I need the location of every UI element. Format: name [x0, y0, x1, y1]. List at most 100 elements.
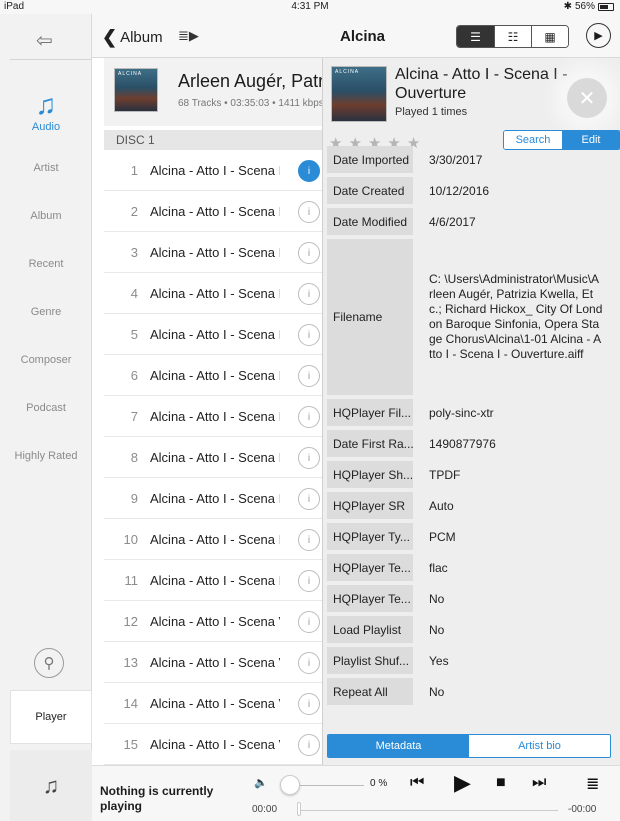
track-row[interactable]: 4 Alcina - Atto I - Scena I - Ouverture i	[104, 273, 324, 314]
detail-list-view-icon[interactable]: ☷	[494, 26, 531, 47]
sidebar-item-audio[interactable]: ♫ Audio	[0, 80, 92, 144]
tab-artist-bio[interactable]: Artist bio	[469, 735, 610, 757]
track-title: Alcina - Atto I - Scena I - Ouverture	[150, 162, 280, 178]
metadata-value[interactable]: 4/6/2017	[413, 215, 476, 229]
bluetooth-icon: ✱	[563, 1, 572, 12]
music-note-icon: ♫	[35, 89, 57, 120]
track-row[interactable]: 13 Alcina - Atto I - Scena V i	[104, 642, 324, 683]
sidebar-item-highly-rated[interactable]: Highly Rated	[0, 432, 92, 480]
sidebar-item-podcast[interactable]: Podcast	[0, 384, 92, 432]
info-icon[interactable]: i	[298, 160, 320, 182]
sidebar-item-genre[interactable]: Genre	[0, 288, 92, 336]
previous-icon[interactable]: ⏮	[410, 774, 424, 792]
track-row[interactable]: 15 Alcina - Atto I - Scena V i	[104, 724, 324, 765]
info-icon[interactable]: i	[298, 447, 320, 469]
metadata-value[interactable]: 3/30/2017	[413, 153, 482, 167]
metadata-value[interactable]: PCM	[413, 530, 456, 544]
metadata-row: HQPlayer SR Auto	[327, 492, 620, 519]
now-playing-art-icon[interactable]: ♫	[10, 750, 92, 821]
grid-view-icon[interactable]: ▦	[531, 26, 568, 47]
sidebar-item-composer[interactable]: Composer	[0, 336, 92, 384]
volume-icon[interactable]: 🔈	[254, 776, 268, 789]
sidebar-item-label: Highly Rated	[14, 450, 78, 462]
tab-metadata[interactable]: Metadata	[328, 735, 469, 757]
metadata-value[interactable]: Auto	[413, 499, 454, 513]
metadata-value[interactable]: No	[413, 592, 444, 606]
track-number: 8	[130, 449, 138, 465]
track-row[interactable]: 7 Alcina - Atto I - Scena I - Ouverture i	[104, 396, 324, 437]
track-row[interactable]: 10 Alcina - Atto I - Scena I' i	[104, 519, 324, 560]
back-button[interactable]: ❮ Album	[102, 27, 163, 48]
metadata-row: Date Imported 3/30/2017	[327, 146, 620, 173]
track-title: Alcina - Atto I - Scena I'	[150, 572, 280, 588]
elapsed-time: 00:00	[252, 804, 278, 815]
info-icon[interactable]: i	[298, 406, 320, 428]
metadata-value[interactable]: 10/12/2016	[413, 184, 489, 198]
back-arrow-icon[interactable]: ⇦	[36, 28, 53, 53]
sidebar-divider	[10, 59, 92, 60]
sidebar-item-recent[interactable]: Recent	[0, 240, 92, 288]
track-title: Alcina - Atto I - Scena I - Ouverture	[150, 408, 280, 424]
playlist-icon[interactable]: ≣	[586, 774, 599, 794]
metadata-key: Date Imported	[327, 146, 413, 173]
progress-bar[interactable]	[300, 810, 558, 811]
info-icon[interactable]: i	[298, 693, 320, 715]
track-row[interactable]: 8 Alcina - Atto I - Scena I - Ouverture i	[104, 437, 324, 478]
queue-icon[interactable]: ≣▶	[178, 28, 199, 44]
track-row[interactable]: 14 Alcina - Atto I - Scena V i	[104, 683, 324, 724]
track-row[interactable]: 5 Alcina - Atto I - Scena I - Ouverture i	[104, 314, 324, 355]
battery-icon	[598, 2, 614, 11]
stop-icon[interactable]: ■	[496, 774, 506, 792]
metadata-value[interactable]: flac	[413, 561, 448, 575]
track-row[interactable]: 12 Alcina - Atto I - Scena V i	[104, 601, 324, 642]
metadata-value[interactable]: No	[413, 623, 444, 637]
metadata-value[interactable]: poly-sinc-xtr	[413, 406, 494, 420]
track-title: Alcina - Atto I - Scena I - Ouverture	[150, 490, 280, 506]
track-title: Alcina - Atto I - Scena I - Ouverture	[150, 326, 280, 342]
sidebar-item-album[interactable]: Album	[0, 192, 92, 240]
metadata-value[interactable]: No	[413, 685, 444, 699]
info-icon[interactable]: i	[298, 488, 320, 510]
progress-knob[interactable]	[297, 802, 301, 816]
close-icon[interactable]: ✕	[567, 78, 607, 118]
info-icon[interactable]: i	[298, 734, 320, 756]
track-row[interactable]: 6 Alcina - Atto I - Scena I - Ouverture i	[104, 355, 324, 396]
info-icon[interactable]: i	[298, 570, 320, 592]
info-icon[interactable]: i	[298, 365, 320, 387]
info-icon[interactable]: i	[298, 652, 320, 674]
page-title: Alcina	[340, 28, 386, 45]
battery-indicator: ✱ 56%	[564, 1, 614, 12]
sidebar-item-artist[interactable]: Artist	[0, 144, 92, 192]
play-circle-icon[interactable]: ▶	[586, 23, 611, 48]
player-button[interactable]: Player	[10, 690, 92, 744]
sidebar-item-label: Artist	[33, 162, 59, 174]
play-icon[interactable]: ▶	[454, 770, 471, 796]
track-row[interactable]: 3 Alcina - Atto I - Scena I - Ouverture i	[104, 232, 324, 273]
info-icon[interactable]: i	[298, 201, 320, 223]
track-info-panel: ALCINA Alcina - Atto I - Scena I - Ouver…	[322, 58, 620, 765]
track-row[interactable]: 1 Alcina - Atto I - Scena I - Ouverture i	[104, 150, 324, 191]
track-title: Alcina - Atto I - Scena I - Ouverture	[150, 367, 280, 383]
metadata-value[interactable]: C: \Users\Administrator\Music\Arleen Aug…	[413, 272, 609, 362]
info-icon[interactable]: i	[298, 529, 320, 551]
info-icon[interactable]: i	[298, 283, 320, 305]
info-icon[interactable]: i	[298, 324, 320, 346]
metadata-value[interactable]: TPDF	[413, 468, 460, 482]
info-icon[interactable]: i	[298, 611, 320, 633]
volume-knob[interactable]	[280, 775, 300, 795]
metadata-value[interactable]: 1490877976	[413, 437, 496, 451]
sidebar-item-label: Genre	[30, 306, 62, 318]
track-title: Alcina - Atto I - Scena V	[150, 736, 280, 752]
list-view-icon[interactable]: ☰	[457, 26, 494, 47]
remaining-time: -00:00	[568, 804, 597, 815]
track-row[interactable]: 2 Alcina - Atto I - Scena I - Ouverture i	[104, 191, 324, 232]
track-row[interactable]: 11 Alcina - Atto I - Scena I' i	[104, 560, 324, 601]
next-icon[interactable]: ⏭	[532, 774, 546, 792]
metadata-row: HQPlayer Te... No	[327, 585, 620, 612]
metadata-key: Date Created	[327, 177, 413, 204]
search-icon[interactable]: ⚲	[34, 648, 64, 678]
track-row[interactable]: 9 Alcina - Atto I - Scena I - Ouverture i	[104, 478, 324, 519]
track-number: 5	[130, 326, 138, 342]
metadata-value[interactable]: Yes	[413, 654, 449, 668]
info-icon[interactable]: i	[298, 242, 320, 264]
